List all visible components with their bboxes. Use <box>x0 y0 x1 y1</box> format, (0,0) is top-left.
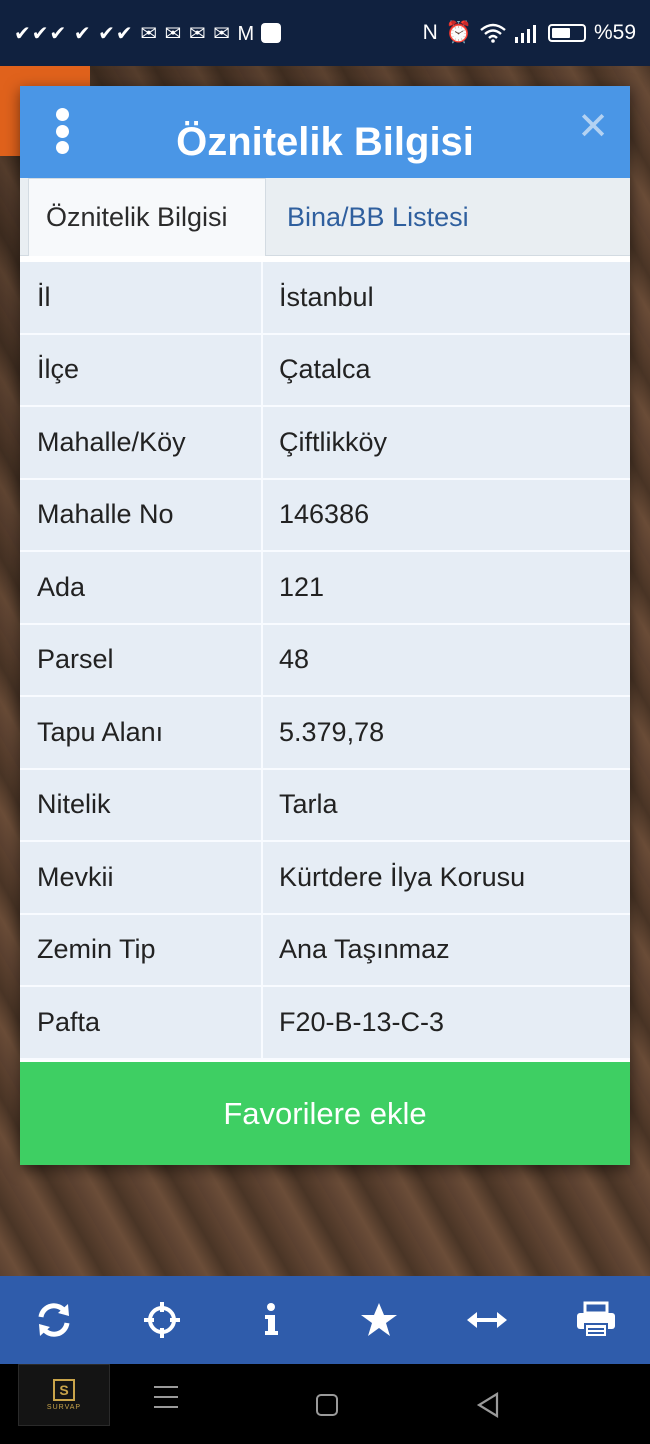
status-system-icons: N ⏰ %59 <box>423 21 636 45</box>
dialog-header: Öznitelik Bilgisi ✕ <box>20 86 630 178</box>
signal-icon <box>514 25 536 43</box>
add-to-favorites-button[interactable]: Favorilere ekle <box>20 1062 630 1165</box>
attribute-value: 146386 <box>279 499 370 530</box>
back-button[interactable] <box>476 1392 500 1423</box>
attribute-value: Kürtdere İlya Korusu <box>279 861 526 892</box>
attribute-value: İstanbul <box>279 281 374 312</box>
attribute-value: Ana Taşınmaz <box>279 934 450 965</box>
dialog-tabs: Öznitelik Bilgisi Bina/BB Listesi <box>20 178 630 256</box>
table-row: Zemin Tip Ana Taşınmaz <box>20 914 630 987</box>
crosshair-icon[interactable] <box>132 1290 192 1350</box>
battery-icon <box>547 24 586 42</box>
app-logo: S SURVAP <box>18 1364 110 1426</box>
print-icon[interactable] <box>566 1290 626 1350</box>
attribute-value: Çiftlikköy <box>279 426 388 457</box>
table-row: Parsel 48 <box>20 624 630 697</box>
attribute-key: Parsel <box>20 624 263 695</box>
dialog-title: Öznitelik Bilgisi <box>176 120 474 164</box>
attribute-value: Tarla <box>279 789 338 820</box>
home-button[interactable] <box>316 1394 338 1416</box>
attribute-value: F20-B-13-C-3 <box>279 1006 445 1037</box>
table-row: Mahalle No 146386 <box>20 479 630 552</box>
bottom-toolbar <box>0 1276 650 1364</box>
logo-text: SURVAP <box>46 1404 82 1411</box>
notification-square-icon <box>261 23 282 43</box>
logo-mark-icon: S <box>53 1379 75 1401</box>
attribute-key: Mahalle No <box>20 479 263 550</box>
attribute-table: İl İstanbul İlçe Çatalca Mahalle/Köy Çiftlikk… <box>20 262 630 1060</box>
resize-horizontal-icon[interactable] <box>457 1290 517 1350</box>
battery-percent: %59 <box>593 21 636 44</box>
attribute-key: Ada <box>20 552 263 623</box>
attribute-value: Çatalca <box>279 354 371 385</box>
attribute-key: Nitelik <box>20 769 263 840</box>
system-nav-bar: S SURVAP <box>0 1364 650 1444</box>
table-row: Nitelik Tarla <box>20 769 630 842</box>
notification-icons: ✔✔✔ ✔ ✔✔ ✉ ✉ ✉ ✉ M <box>14 22 256 45</box>
alarm-icon: ⏰ <box>445 21 472 44</box>
close-icon[interactable]: ✕ <box>576 108 610 146</box>
table-row: İl İstanbul <box>20 262 630 335</box>
attribute-value: 5.379,78 <box>279 716 385 747</box>
info-icon[interactable] <box>241 1290 301 1350</box>
refresh-icon[interactable] <box>24 1290 84 1350</box>
attribute-key: Mahalle/Köy <box>20 407 263 478</box>
table-row: İlçe Çatalca <box>20 334 630 407</box>
status-notifications: ✔✔✔ ✔ ✔✔ ✉ ✉ ✉ ✉ M <box>14 21 282 46</box>
attribute-key: Pafta <box>20 987 263 1058</box>
battery-fill <box>551 28 570 38</box>
attribute-key: İlçe <box>20 334 263 405</box>
attribute-key: İl <box>20 262 263 333</box>
table-row: Ada 121 <box>20 552 630 625</box>
wifi-icon <box>480 23 506 43</box>
table-row: Pafta F20-B-13-C-3 <box>20 987 630 1060</box>
attribute-value: 48 <box>279 644 310 675</box>
status-bar: ✔✔✔ ✔ ✔✔ ✉ ✉ ✉ ✉ M N ⏰ %59 <box>0 0 650 66</box>
table-row: Mevkii Kürtdere İlya Korusu <box>20 842 630 915</box>
nfc-icon: N <box>422 21 438 44</box>
attribute-info-dialog: Öznitelik Bilgisi ✕ Öznitelik Bilgisi Bi… <box>20 86 630 1165</box>
attribute-key: Zemin Tip <box>20 914 263 985</box>
tab-building-list[interactable]: Bina/BB Listesi <box>266 178 469 256</box>
recent-apps-button[interactable] <box>154 1386 178 1416</box>
table-row: Mahalle/Köy Çiftlikköy <box>20 407 630 480</box>
attribute-value: 121 <box>279 571 325 602</box>
star-icon[interactable] <box>349 1290 409 1350</box>
attribute-key: Mevkii <box>20 842 263 913</box>
attribute-key: Tapu Alanı <box>20 697 263 768</box>
table-row: Tapu Alanı 5.379,78 <box>20 697 630 770</box>
tab-attribute-info[interactable]: Öznitelik Bilgisi <box>28 178 266 256</box>
